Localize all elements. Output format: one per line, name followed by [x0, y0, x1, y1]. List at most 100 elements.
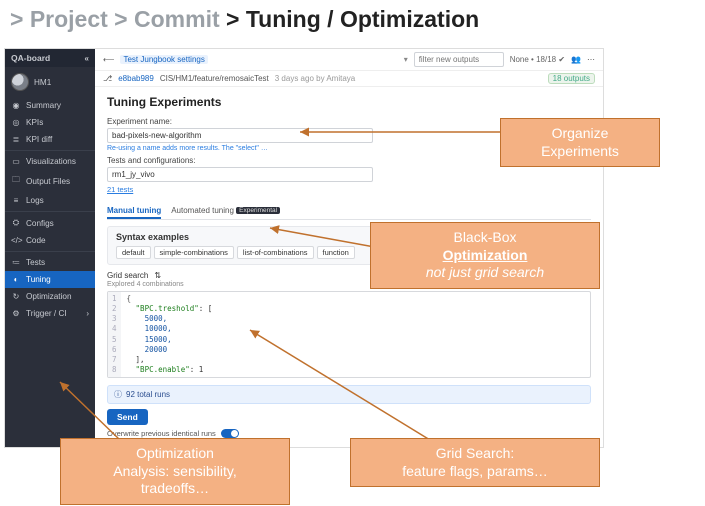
tab-automated-label: Automated tuning [171, 206, 234, 215]
callout-line: Optimization [381, 247, 589, 265]
chevron-right-icon: › [86, 309, 89, 318]
optimization-icon: ↻ [11, 292, 21, 301]
sidebar-item-label: Visualizations [26, 157, 76, 166]
commit-hash[interactable]: e8bab989 [118, 74, 154, 83]
gridsearch-label: Grid search [107, 271, 148, 280]
total-runs-alert: ⓘ 92 total runs [107, 385, 591, 404]
total-runs-text: 92 total runs [126, 390, 170, 399]
code-icon: </> [11, 236, 21, 245]
sidebar-item-code[interactable]: </> Code [5, 232, 95, 249]
sidebar-brand-label: QA-board [11, 53, 50, 63]
line-gutter: 12345678 [108, 292, 121, 377]
breadcrumb-dim: > Project > Commit [10, 6, 226, 32]
sidebar-item-optimization[interactable]: ↻ Optimization [5, 288, 95, 305]
sidebar-divider [5, 251, 95, 252]
tuning-tabs: Manual tuning Automated tuning Experimen… [107, 204, 591, 220]
prev-commit-icon[interactable]: ⟵ [103, 55, 114, 64]
callout-line: Optimization [71, 445, 279, 463]
syntax-btn-list[interactable]: list-of-combinations [237, 246, 314, 259]
sidebar-item-visualizations[interactable]: ▭ Visualizations [5, 153, 95, 170]
avatar [11, 73, 29, 91]
syntax-btn-simple[interactable]: simple-combinations [154, 246, 234, 259]
sidebar-divider [5, 211, 95, 212]
viz-icon: ▭ [11, 157, 21, 166]
crumb-bar: ⟵ Test Jungbook settings ▾ None • 18/18 … [95, 49, 603, 71]
sidebar-item-label: Output Files [26, 177, 70, 186]
sort-icon[interactable]: ⇅ [154, 271, 161, 280]
experiment-name-input[interactable] [107, 128, 373, 143]
filter-input[interactable] [414, 52, 504, 67]
sidebar-item-label: Summary [26, 101, 61, 110]
callout-line: tradeoffs… [71, 480, 279, 498]
callout-organize: Organize Experiments [500, 118, 660, 167]
callout-line: Analysis: sensibility, [71, 463, 279, 481]
tuning-icon: ◐ [11, 275, 21, 284]
code-content[interactable]: { "BPC.treshold": [ 5000, 10000, 15000, … [121, 292, 219, 377]
overwrite-label: Overwrite previous identical runs [107, 429, 216, 438]
slide-breadcrumb: > Project > Commit > Tuning / Optimizati… [0, 0, 705, 39]
commit-meta: 3 days ago by Amitaya [275, 74, 356, 83]
filter-icon: ▾ [404, 55, 408, 64]
configs-icon: ⛭ [11, 218, 21, 228]
syntax-btn-default[interactable]: default [116, 246, 151, 259]
tab-manual-tuning[interactable]: Manual tuning [107, 204, 161, 219]
sidebar-item-label: Configs [26, 219, 54, 228]
callout-line: Experiments [511, 143, 649, 161]
sidebar-item-label: Optimization [26, 292, 72, 301]
sidebar-item-configs[interactable]: ⛭ Configs [5, 214, 95, 232]
callout-line: not just grid search [381, 264, 589, 282]
tests-config-input[interactable] [107, 167, 373, 182]
people-icon[interactable]: 👥 [571, 55, 581, 64]
sidebar-item-trigger[interactable]: ⚙ Trigger / CI › [5, 305, 95, 322]
sidebar-item-label: KPI diff [26, 135, 52, 144]
sidebar-item-kpidiff[interactable]: ≣ KPI diff [5, 131, 95, 148]
logs-icon: ≡ [11, 196, 21, 205]
callout-line: feature flags, params… [361, 463, 589, 481]
sidebar-item-tuning[interactable]: ◐ Tuning [5, 271, 95, 288]
sidebar-item-label: Tests [26, 258, 45, 267]
sidebar-item-summary[interactable]: ◉ Summary [5, 97, 95, 114]
outputs-badge[interactable]: 18 outputs [548, 73, 595, 84]
sidebar-item-tests[interactable]: ≔ Tests [5, 254, 95, 271]
tests-icon: ≔ [11, 258, 21, 267]
callout-line: Organize [511, 125, 649, 143]
sidebar-item-logs[interactable]: ≡ Logs [5, 192, 95, 209]
sidebar-item-outputfiles[interactable]: 🗀 Output Files [5, 170, 95, 192]
callout-optimization-analysis: Optimization Analysis: sensibility, trad… [60, 438, 290, 505]
callout-line: Grid Search: [361, 445, 589, 463]
status-counter: None • 18/18 ✔ [510, 55, 565, 64]
overwrite-toggle[interactable] [221, 429, 239, 438]
breadcrumb-strong: > Tuning / Optimization [226, 6, 479, 32]
kpis-icon: ◎ [11, 118, 21, 127]
commit-path[interactable]: CIS/HM1/feature/remosaicTest [160, 74, 269, 83]
sidebar-item-label: Trigger / CI [26, 309, 67, 318]
kpidiff-icon: ≣ [11, 135, 21, 144]
overwrite-row: Overwrite previous identical runs [107, 429, 591, 438]
send-button[interactable]: Send [107, 409, 148, 425]
callout-line: Black-Box [381, 229, 589, 247]
sidebar: QA-board « HM1 ◉Summary ◎KPIs ≣KPI diff … [5, 49, 95, 447]
callout-gridsearch: Grid Search: feature flags, params… [350, 438, 600, 487]
experimental-badge: Experimental [236, 207, 280, 214]
sidebar-item-label: Tuning [26, 275, 51, 284]
sidebar-item-label: Code [26, 236, 46, 245]
branch-icon: ⎇ [103, 74, 112, 83]
test-label[interactable]: Test Jungbook settings [120, 55, 207, 64]
callout-blackbox: Black-Box Optimization not just grid sea… [370, 222, 600, 289]
commit-bar: ⎇ e8bab989 CIS/HM1/feature/remosaicTest … [95, 71, 603, 87]
collapse-icon[interactable]: « [85, 54, 89, 63]
profile-row[interactable]: HM1 [5, 67, 95, 97]
trigger-icon: ⚙ [11, 309, 21, 318]
sidebar-item-label: Logs [26, 196, 44, 205]
syntax-btn-function[interactable]: function [317, 246, 355, 259]
project-label: HM1 [34, 78, 51, 87]
tab-automated-tuning[interactable]: Automated tuning Experimental [171, 204, 280, 219]
tests-count-link[interactable]: 21 tests [107, 185, 133, 194]
folder-icon: 🗀 [11, 174, 21, 188]
panel-title: Tuning Experiments [107, 95, 591, 109]
sidebar-brand[interactable]: QA-board « [5, 49, 95, 67]
code-editor[interactable]: 12345678 { "BPC.treshold": [ 5000, 10000… [107, 291, 591, 378]
summary-icon: ◉ [11, 101, 21, 110]
dots-icon[interactable]: ⋯ [587, 55, 595, 64]
sidebar-item-kpis[interactable]: ◎KPIs [5, 114, 95, 131]
